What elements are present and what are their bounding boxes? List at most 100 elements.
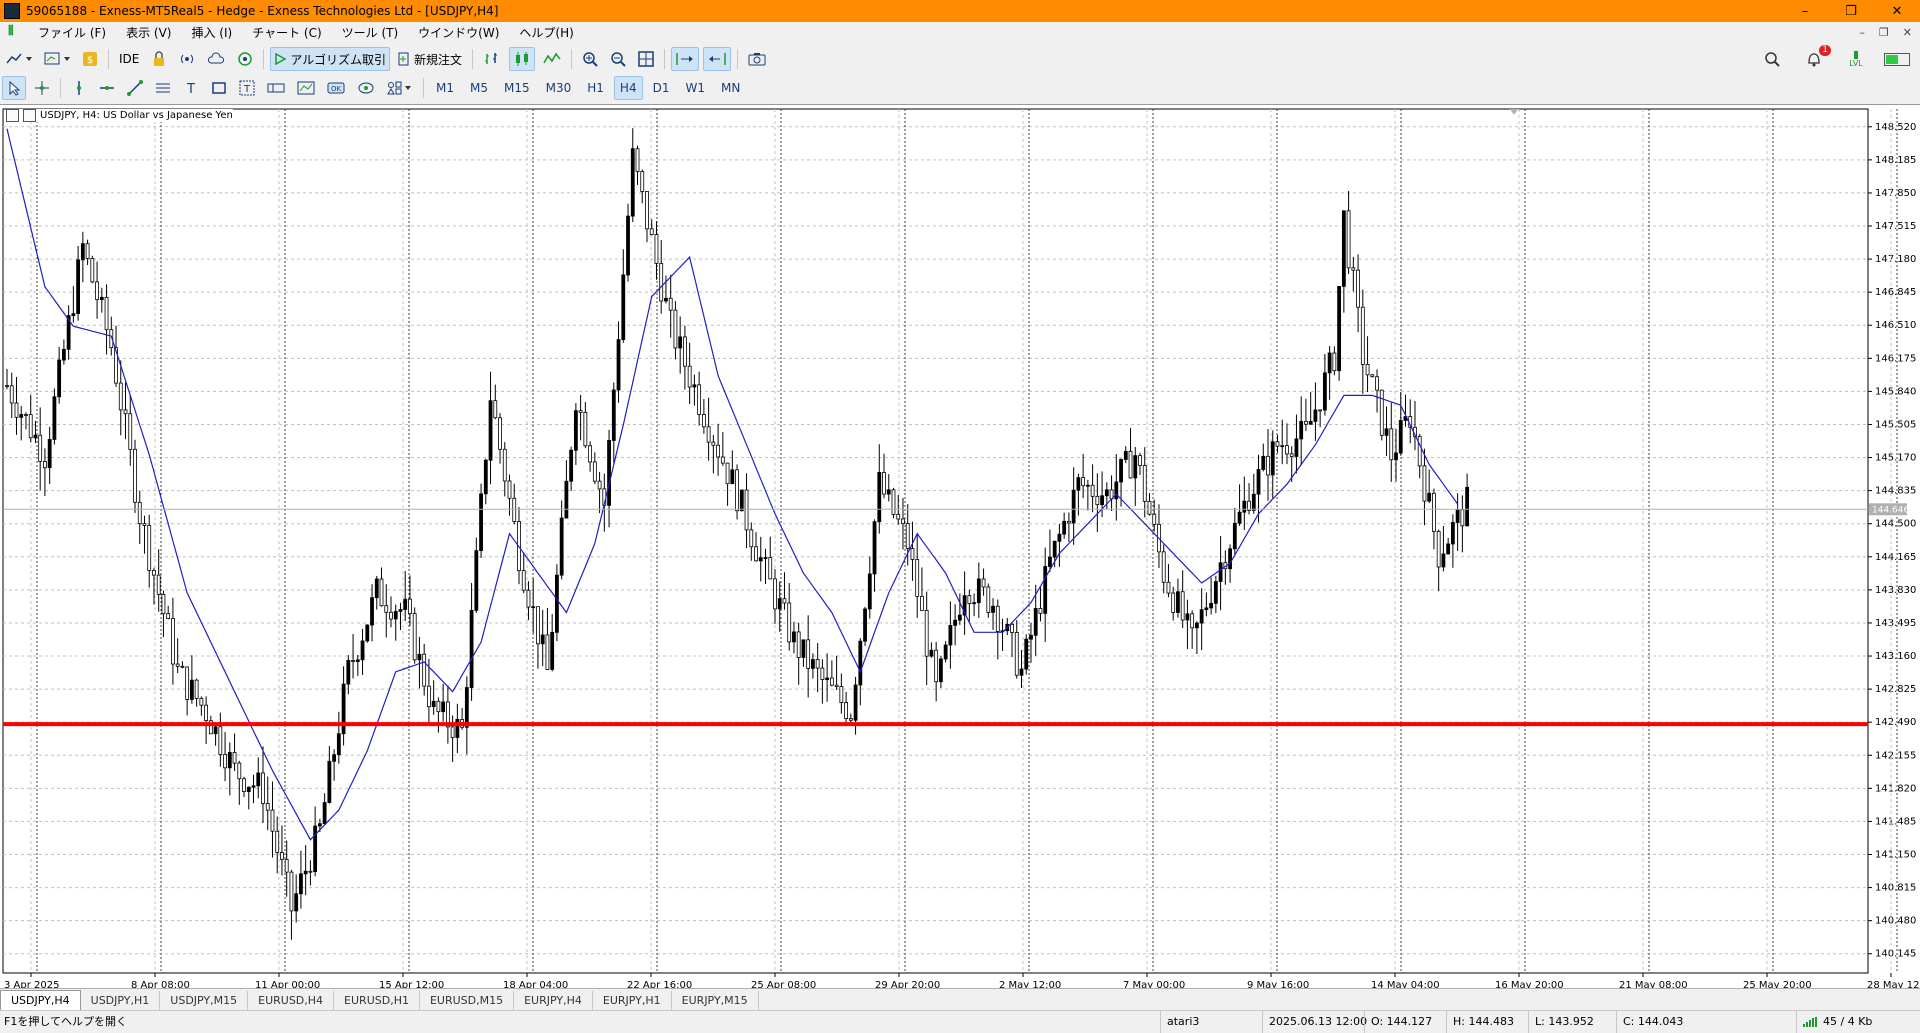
tab-eurjpy-h1[interactable]: EURJPY,H1 [593,991,672,1011]
lock-icon[interactable] [147,47,171,71]
candle-body [19,414,24,418]
tab-eurjpy-h4[interactable]: EURJPY,H4 [514,991,593,1011]
timeframe-h1[interactable]: H1 [581,76,610,100]
tab-eurjpy-m15[interactable]: EURJPY,M15 [672,991,759,1011]
signal-icon[interactable] [175,47,199,71]
text-label-icon[interactable]: T [235,76,259,100]
line-chart-icon[interactable] [539,47,565,71]
y-tick-label: 142.490 [1875,717,1916,728]
tile-windows-icon[interactable] [634,47,658,71]
chart-menu-icon[interactable] [6,109,19,122]
candle-body [1327,352,1332,374]
candle-body [1436,531,1441,568]
timeframe-d1[interactable]: D1 [647,76,676,100]
timeframe-m5[interactable]: M5 [464,76,494,100]
crosshair-icon[interactable] [30,76,54,100]
channel-icon[interactable] [151,76,175,100]
notification-badge: 1 [1819,45,1831,56]
zoom-in-icon[interactable] [578,47,602,71]
candle-body [820,667,825,680]
menu-help[interactable]: ヘルプ(H) [509,24,583,41]
child-close-button[interactable]: ✕ [1903,26,1912,39]
candle-body [474,550,479,611]
trendline-icon[interactable] [123,76,147,100]
search-icon[interactable] [1760,47,1784,71]
minimize-button[interactable]: – [1782,0,1828,22]
child-restore-button[interactable]: ❐ [1879,26,1889,39]
price-chart[interactable]: 148.520 148.185 147.850 147.515 147.180 146.8… [0,105,1920,991]
candle-body [853,684,858,721]
tab-eurusd-h1[interactable]: EURUSD,H1 [334,991,420,1011]
candle-body [1460,509,1465,527]
templates-icon[interactable] [40,47,74,71]
notifications-icon[interactable]: 1 [1802,45,1831,71]
tab-eurusd-m15[interactable]: EURUSD,M15 [420,991,515,1011]
candle-body [891,489,896,515]
auto-scroll-icon[interactable] [671,47,700,71]
menu-insert[interactable]: 挿入 (I) [181,24,242,41]
label-icon[interactable] [263,76,289,100]
timeframe-w1[interactable]: W1 [679,76,711,100]
rectangle-tool-icon[interactable] [207,76,231,100]
tab-usdjpy-h4[interactable]: USDJPY,H4 [0,990,81,1011]
candle-body [1332,352,1337,372]
candle-body [915,559,920,597]
horizontal-line-icon[interactable] [95,76,119,100]
bar-chart-icon[interactable] [479,47,505,71]
menu-file[interactable]: ファイル (F) [28,24,116,41]
candle-body [71,313,76,316]
status-profile[interactable]: atari3 [1160,1011,1267,1033]
timeframe-m15[interactable]: M15 [498,76,536,100]
candle-body [545,634,550,670]
chart-type-icon[interactable] [2,47,36,71]
toolbar-separator [60,78,61,98]
candlestick-icon[interactable] [509,47,536,71]
algo-trading-button[interactable]: アルゴリズム取引 [270,47,391,71]
vps-cloud-icon[interactable] [203,47,229,71]
community-icon[interactable] [233,47,257,71]
candle-body [1213,581,1218,604]
maximize-button[interactable]: ❐ [1828,0,1874,22]
candle-body [90,258,95,283]
chart-shift-icon[interactable] [703,47,732,71]
tab-eurusd-h4[interactable]: EURUSD,H4 [248,991,335,1011]
text-tool-icon[interactable]: T [179,76,203,100]
market-icon[interactable]: $ [78,47,102,71]
ok-button-icon[interactable]: OK [323,76,349,100]
candle-body [905,523,910,549]
timeframe-m30[interactable]: M30 [540,76,578,100]
menu-view[interactable]: 表示 (V) [116,24,181,41]
tab-usdjpy-m15[interactable]: USDJPY,M15 [160,991,249,1011]
candle-body [1417,436,1422,467]
vertical-line-icon[interactable] [67,76,91,100]
y-tick-label: 142.825 [1875,684,1916,695]
new-order-button[interactable]: 新規注文 [394,47,466,71]
zoom-out-icon[interactable] [606,47,630,71]
ide-button[interactable]: IDE [115,47,143,71]
candle-body [251,785,256,788]
candle-body [1062,520,1067,535]
chart-settings-icon[interactable] [23,109,36,122]
tab-usdjpy-h1[interactable]: USDJPY,H1 [81,991,161,1011]
candle-body [189,679,194,700]
cursor-icon[interactable] [2,76,26,100]
timeframe-m1[interactable]: M1 [430,76,460,100]
menu-chart[interactable]: チャート (C) [242,24,331,41]
signal-level-icon[interactable]: LVL [1844,47,1868,71]
screenshot-icon[interactable] [744,47,770,71]
more-objects-icon[interactable] [383,76,417,100]
menu-tools[interactable]: ツール (T) [332,24,409,41]
shapes-icon[interactable] [353,76,379,100]
child-minimize-button[interactable]: – [1859,26,1865,39]
timeframe-mn[interactable]: MN [715,76,746,100]
candle-body [270,809,275,832]
menu-window[interactable]: ウインドウ(W) [408,24,509,41]
chart-window[interactable]: USDJPY, H4: US Dollar vs Japanese Yen 14… [0,104,1920,991]
candle-body [758,557,763,562]
y-tick-label: 146.175 [1875,353,1916,364]
chart-object-icon[interactable] [293,76,319,100]
close-button[interactable]: ✕ [1874,0,1920,22]
toolbar-separator [571,49,573,69]
candle-body [787,602,792,643]
timeframe-h4[interactable]: H4 [613,76,643,100]
